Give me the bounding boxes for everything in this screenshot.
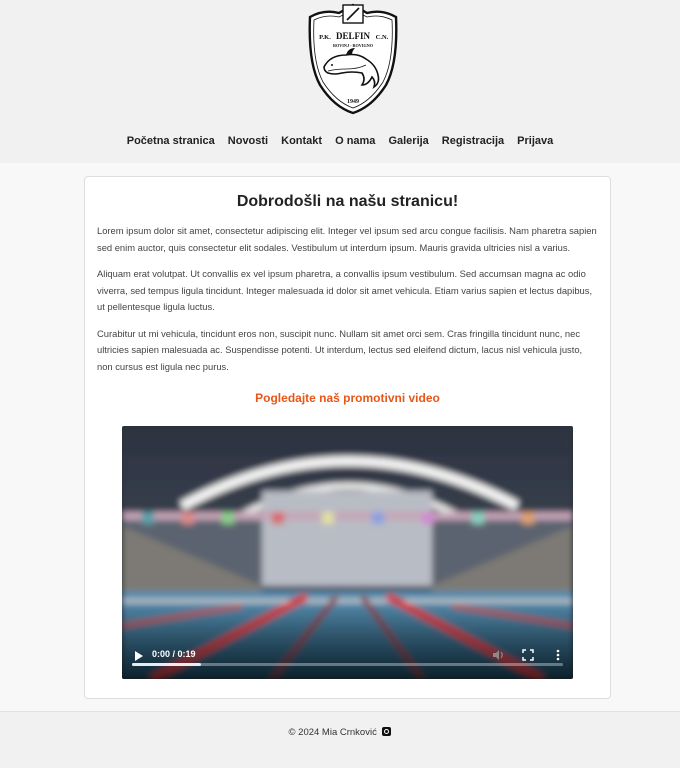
video-progress-bar[interactable]: [132, 663, 563, 666]
promo-video-player[interactable]: 0:00 / 0:19: [122, 426, 573, 679]
nav-item-about[interactable]: O nama: [335, 135, 375, 147]
copyright-text: © 2024 Mia Crnković: [288, 727, 377, 738]
volume-icon[interactable]: [491, 648, 505, 662]
logo-city: ROVINJ - ROVIGNO: [333, 43, 374, 48]
nav-item-home[interactable]: Početna stranica: [127, 135, 215, 147]
nav-item-login[interactable]: Prijava: [517, 135, 553, 147]
video-progress-fill: [132, 663, 201, 666]
intro-paragraph-3: Curabitur ut mi vehicula, tincidunt eros…: [97, 327, 583, 372]
nav-item-news[interactable]: Novosti: [228, 135, 268, 147]
welcome-card: Dobrodošli na našu stranicu! Lorem ipsum…: [84, 176, 611, 699]
promo-video-heading: Pogledajte naš promotivni video: [255, 391, 440, 405]
video-controls: 0:00 / 0:19: [122, 635, 573, 679]
intro-paragraph-1: Lorem ipsum dolor sit amet, consectetur …: [97, 225, 597, 253]
logo-club-suffix: C.N.: [376, 34, 389, 41]
page-title: Dobrodošli na našu stranicu!: [236, 193, 459, 210]
site-header: DELFIN P.K. C.N. ROVINJ - ROVIGNO 1949 P…: [0, 0, 680, 163]
video-time: 0:00 / 0:19: [152, 649, 196, 659]
nav-item-register[interactable]: Registracija: [442, 135, 504, 147]
intro-paragraph-2: Aliquam erat volutpat. Ut convallis ex v…: [97, 268, 593, 312]
footer-copyright-line: © 2024 Mia Crnković: [0, 727, 680, 738]
more-options-icon[interactable]: [551, 648, 565, 662]
logo-year: 1949: [347, 99, 359, 105]
logo-club-name: DELFIN: [336, 31, 371, 41]
instagram-icon[interactable]: [382, 727, 392, 736]
main-nav: Početna stranica Novosti Kontakt O nama …: [0, 135, 680, 147]
play-icon[interactable]: [134, 650, 144, 662]
nav-item-gallery[interactable]: Galerija: [388, 135, 428, 147]
logo-club-prefix: P.K.: [319, 34, 331, 41]
site-footer: © 2024 Mia Crnković: [0, 711, 680, 768]
nav-item-contact[interactable]: Kontakt: [281, 135, 322, 147]
fullscreen-icon[interactable]: [521, 648, 535, 662]
club-logo[interactable]: DELFIN P.K. C.N. ROVINJ - ROVIGNO 1949: [306, 3, 400, 115]
